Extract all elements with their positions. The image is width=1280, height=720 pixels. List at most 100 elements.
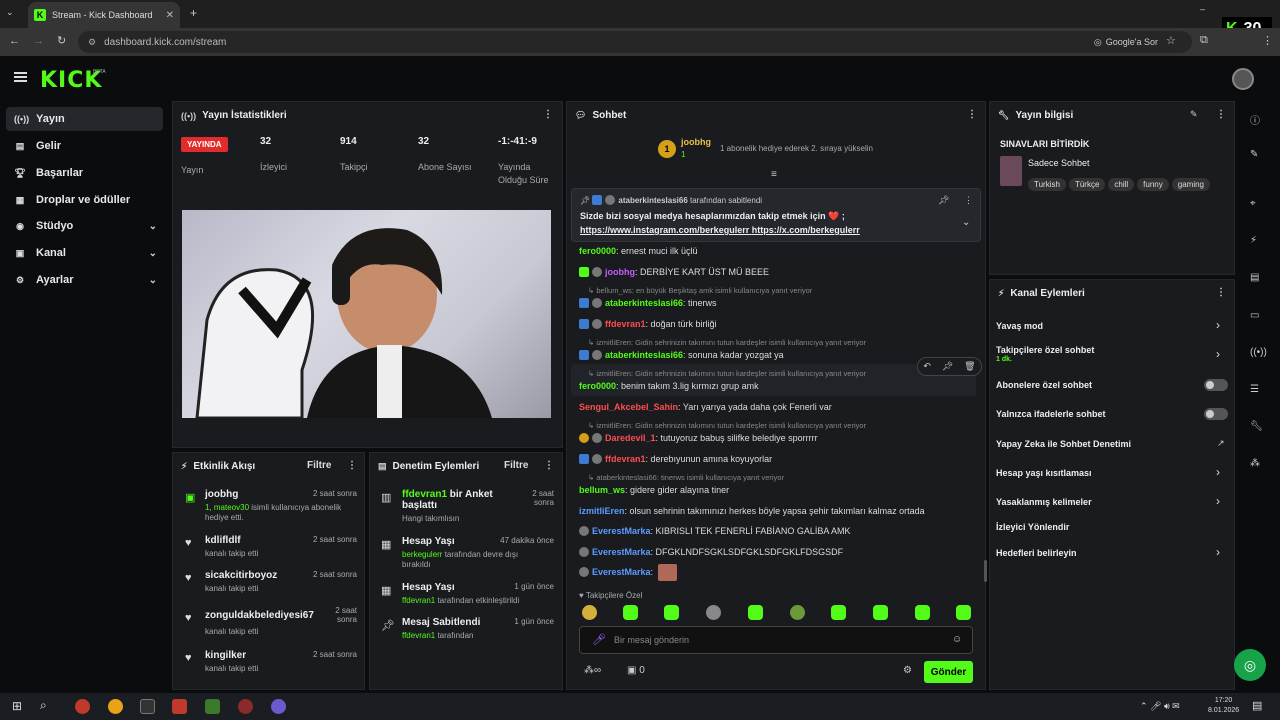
external-link-icon[interactable]: ↗ xyxy=(1217,438,1225,449)
bookmark-star-icon[interactable]: ☆ xyxy=(1166,34,1176,47)
emotes-only-toggle[interactable] xyxy=(1204,408,1228,420)
document-rail-icon[interactable]: ▤ xyxy=(1250,272,1259,283)
chat-user[interactable]: fero0000 xyxy=(579,381,616,391)
minimize-icon[interactable]: – xyxy=(1200,4,1205,14)
action-slow-mode[interactable]: Yavaş mod xyxy=(996,321,1043,331)
expand-chevron-icon[interactable]: ⌄ xyxy=(962,217,970,228)
mod-user[interactable]: ffdevran1 xyxy=(402,596,435,605)
chat-user[interactable]: EverestMarka xyxy=(592,567,651,577)
system-tray-icons[interactable]: ⌃ 🎤︎ 🔊︎ ✉ xyxy=(1140,701,1180,712)
extensions-icon[interactable]: ⧉ xyxy=(1200,34,1208,47)
chat-message[interactable]: EverestMarka: KIBRISLI TEK FENERLİ FABİA… xyxy=(579,526,850,536)
action-banned-words[interactable]: Yasaklanmış kelimeler xyxy=(996,497,1092,507)
moderation-menu-icon[interactable]: ⋮ xyxy=(544,460,554,471)
forward-icon[interactable]: → xyxy=(33,35,44,47)
chevron-right-icon[interactable]: › xyxy=(1216,545,1220,559)
url-field[interactable]: ⚙ dashboard.kick.com/stream ◎ Google'a So… xyxy=(78,31,1192,53)
user-avatar[interactable] xyxy=(1232,68,1254,90)
browser-tab[interactable]: K Stream - Kick Dashboard ✕ xyxy=(28,2,180,28)
google-ask-button[interactable]: ◎ Google'a Sor xyxy=(1094,37,1158,48)
chat-message[interactable]: Daredevil_1: tutuyoruz babuş silifke bel… xyxy=(579,433,818,443)
chat-user[interactable]: ffdevran1 xyxy=(605,454,646,464)
sidebar-item-ayarlar[interactable]: ⚙ Ayarlar ⌄ xyxy=(6,268,163,292)
chat-message-input[interactable]: Bir mesaj gönderin xyxy=(579,626,973,654)
bolt-rail-icon[interactable]: ⚡︎ xyxy=(1250,235,1257,246)
tag[interactable]: gaming xyxy=(1171,178,1210,191)
chat-message[interactable]: joobhg: DERBİYE KART ÜST MÜ BEEE xyxy=(579,267,769,277)
emote-9-icon[interactable] xyxy=(915,605,930,620)
chat-user[interactable]: Sengul_Akcebel_Sahin xyxy=(579,402,678,412)
emote-10-icon[interactable] xyxy=(956,605,971,620)
chat-rail-icon[interactable]: ▭ xyxy=(1250,310,1259,321)
chrome-icon[interactable] xyxy=(108,699,123,714)
chat-filter-icon[interactable]: ≡ xyxy=(771,169,777,180)
taskbar-clock[interactable]: 17:20 8.01.2026 xyxy=(1208,696,1239,716)
sidebar-item-droplar[interactable]: ▦ Droplar ve ödüller xyxy=(6,188,163,212)
taskbar-app-5-icon[interactable] xyxy=(205,699,220,714)
moderation-filter-button[interactable]: Filtre xyxy=(504,460,528,471)
tag[interactable]: Turkish xyxy=(1028,178,1066,191)
unpin-icon[interactable]: 📌︎ xyxy=(938,195,949,206)
action-emotes-only[interactable]: Yalnızca ifadelerle sohbet xyxy=(996,409,1106,419)
delete-icon[interactable]: 🗑︎ xyxy=(964,361,975,372)
gift-counter[interactable]: ▣ 0 xyxy=(627,665,645,676)
action-redirect-viewers[interactable]: İzleyici Yönlendir xyxy=(996,522,1069,532)
tag[interactable]: chill xyxy=(1108,178,1135,191)
broadcast-rail-icon[interactable]: ((•)) xyxy=(1250,347,1267,358)
sidebar-item-kanal[interactable]: ▣ Kanal ⌄ xyxy=(6,241,163,265)
chat-menu-icon[interactable]: ⋮ xyxy=(967,109,977,120)
taskbar-app-3-icon[interactable] xyxy=(140,699,155,714)
stream-preview[interactable] xyxy=(182,210,551,418)
focus-icon[interactable]: ⌖ xyxy=(1250,198,1256,209)
category-name[interactable]: Sadece Sohbet xyxy=(1028,158,1090,168)
tab-close-icon[interactable]: ✕ xyxy=(166,10,174,21)
sidebar-item-studyo[interactable]: ◉ Stüdyo ⌄ xyxy=(6,214,163,238)
chat-user[interactable]: bellum_ws xyxy=(579,485,625,495)
emote-8-icon[interactable] xyxy=(873,605,888,620)
hamburger-menu-icon[interactable] xyxy=(14,72,27,82)
chat-user[interactable]: ataberkinteslasi66 xyxy=(605,350,683,360)
edit-icon[interactable]: ✎ xyxy=(1190,109,1198,120)
category-thumbnail[interactable] xyxy=(1000,156,1022,186)
instagram-link[interactable]: https://www.instagram.com/berkegulerr xyxy=(580,225,749,235)
back-icon[interactable]: ← xyxy=(9,35,20,47)
mod-user[interactable]: berkegulerr xyxy=(402,550,442,559)
chat-user[interactable]: joobhg xyxy=(605,267,635,277)
mod-user[interactable]: ffdevran1 xyxy=(402,631,435,640)
send-button[interactable]: Gönder xyxy=(924,661,973,683)
emote-7-icon[interactable] xyxy=(831,605,846,620)
emote-3-icon[interactable] xyxy=(664,605,679,620)
channel-actions-menu-icon[interactable]: ⋮ xyxy=(1216,287,1226,298)
sidebar-item-basarilar[interactable]: 🏆︎ Başarılar xyxy=(6,161,163,185)
emote-4-icon[interactable] xyxy=(706,605,721,620)
chat-user[interactable]: EverestMarka xyxy=(592,547,651,557)
chat-user[interactable]: EverestMarka xyxy=(592,526,651,536)
points-indicator[interactable]: ⁂∞ xyxy=(584,665,601,676)
chat-message[interactable]: ffdevran1: doğan türk birliği xyxy=(579,319,717,329)
tab-search-icon[interactable]: ⌄ xyxy=(6,7,14,18)
mod-user[interactable]: ffdevran1 xyxy=(402,489,447,500)
action-subscribers-only[interactable]: Abonelere özel sohbet xyxy=(996,380,1092,390)
chat-message[interactable]: fero0000: benim takım 3.lig kırmızı grup… xyxy=(579,381,759,391)
drops-rail-icon[interactable]: ⁂ xyxy=(1250,458,1260,469)
chevron-right-icon[interactable]: › xyxy=(1216,347,1220,361)
chat-scrollbar[interactable] xyxy=(984,560,987,582)
tag[interactable]: funny xyxy=(1137,178,1169,191)
action-followers-only[interactable]: Takipçilere özel sohbet xyxy=(996,345,1094,355)
action-ai-moderation[interactable]: Yapay Zeka ile Sohbet Denetimi xyxy=(996,439,1131,449)
support-chat-icon[interactable]: ◎ xyxy=(1234,649,1266,681)
subscribers-only-toggle[interactable] xyxy=(1204,379,1228,391)
action-account-age[interactable]: Hesap yaşı kısıtlaması xyxy=(996,468,1092,478)
top-gifter-name[interactable]: joobhg xyxy=(681,137,711,147)
chat-message[interactable]: fero0000: ernest muci ilk üçlü xyxy=(579,246,698,256)
chat-message[interactable]: bellum_ws: gidere gider alayına tiner xyxy=(579,485,729,495)
taskbar-app-7-icon[interactable] xyxy=(271,699,286,714)
chevron-right-icon[interactable]: › xyxy=(1216,465,1220,479)
chat-message[interactable]: Sengul_Akcebel_Sahin: Yarı yarıya yada d… xyxy=(579,402,832,412)
pencil-icon[interactable]: ✎ xyxy=(1250,149,1258,160)
site-info-icon[interactable]: ⚙ xyxy=(88,37,96,48)
search-icon[interactable]: ⌕ xyxy=(40,698,47,713)
chat-user[interactable]: izmitliEren xyxy=(579,506,625,516)
taskbar-app-4-icon[interactable] xyxy=(172,699,187,714)
new-tab-icon[interactable]: + xyxy=(190,6,197,20)
